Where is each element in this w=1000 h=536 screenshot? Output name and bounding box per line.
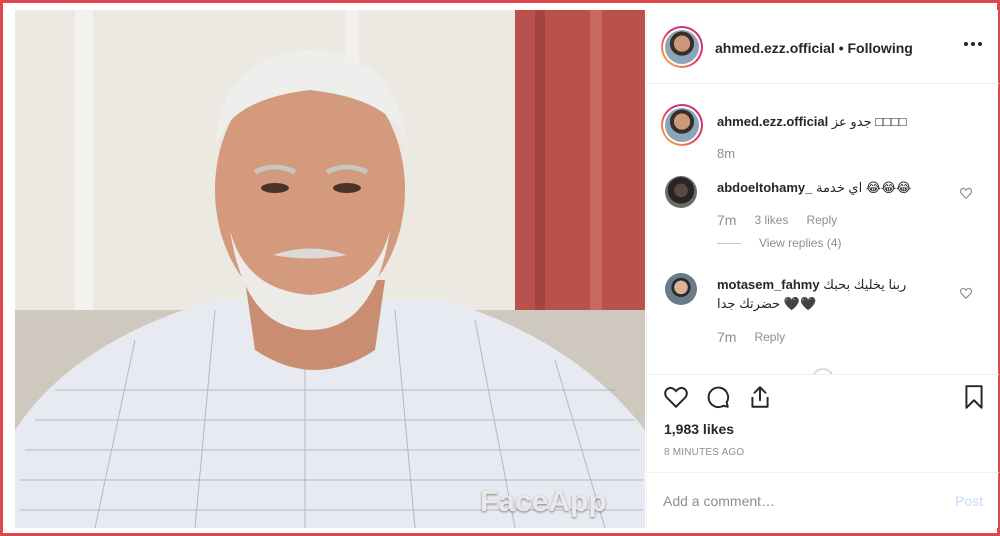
comment-meta: 7m Reply	[717, 329, 785, 345]
view-replies-label: View replies (4)	[759, 236, 842, 250]
comments-list[interactable]: ahmed.ezz.official جدو عز □□□□ 8m abdoel…	[647, 84, 999, 374]
post-photo[interactable]: FaceApp	[15, 10, 645, 528]
comment-meta: 7m 3 likes Reply	[717, 212, 837, 228]
comment-time: 7m	[717, 212, 737, 228]
comment-time: 7m	[717, 329, 737, 345]
comment-line: abdoeltohamy_ اي خدمة 😂😂😂	[717, 180, 911, 196]
post-button[interactable]: Post	[955, 493, 983, 509]
photo-illustration	[15, 10, 645, 528]
author-avatar[interactable]	[661, 26, 703, 68]
author-username[interactable]: ahmed.ezz.official	[715, 40, 835, 56]
commenter-avatar[interactable]	[665, 176, 697, 208]
header-user-line: ahmed.ezz.official • Following	[715, 40, 913, 56]
post-timestamp: 8 MINUTES AGO	[664, 447, 745, 458]
comment-input[interactable]	[663, 491, 933, 511]
caption-time: 8m	[717, 146, 736, 161]
caption-username[interactable]: ahmed.ezz.official	[717, 114, 828, 129]
bookmark-icon[interactable]	[961, 384, 987, 410]
add-comment-bar: Post	[647, 472, 999, 528]
comment-text: ربنا يخليك بحبك	[823, 277, 907, 292]
following-button[interactable]: Following	[848, 40, 913, 56]
reply-button[interactable]: Reply	[806, 213, 837, 227]
caption-avatar[interactable]	[661, 104, 703, 146]
header-separator: •	[838, 40, 844, 56]
view-replies-divider	[717, 242, 741, 244]
share-icon[interactable]	[747, 384, 773, 410]
comment-like-icon[interactable]	[959, 186, 973, 200]
view-replies-button[interactable]: View replies (4)	[717, 236, 841, 250]
screenshot-frame: FaceApp ahmed.ezz.official • Following a…	[0, 0, 1000, 536]
action-bar	[647, 374, 999, 416]
post-header: ahmed.ezz.official • Following	[647, 10, 999, 84]
likes-count[interactable]: 1,983 likes	[664, 421, 734, 437]
commenter-avatar[interactable]	[665, 273, 697, 305]
faceapp-watermark: FaceApp	[480, 485, 607, 518]
comment-line: motasem_fahmy ربنا يخليك بحبك	[717, 277, 906, 293]
caption-line: ahmed.ezz.official جدو عز □□□□	[717, 114, 907, 130]
post-side-panel: ahmed.ezz.official • Following ahmed.ezz…	[646, 10, 999, 528]
heart-icon[interactable]	[663, 384, 689, 410]
comment-text-continued: حضرتك جدا 🖤🖤	[717, 296, 817, 311]
comment-username[interactable]: abdoeltohamy_	[717, 180, 812, 195]
reply-button[interactable]: Reply	[754, 330, 785, 344]
caption-text: جدو عز □□□□	[831, 114, 907, 129]
comment-text: اي خدمة 😂😂😂	[815, 180, 912, 195]
comment-like-icon[interactable]	[959, 286, 973, 300]
comment-icon[interactable]	[705, 384, 731, 410]
more-horizontal-icon[interactable]	[963, 40, 983, 48]
comment-username[interactable]: motasem_fahmy	[717, 277, 820, 292]
comment-likes[interactable]: 3 likes	[754, 213, 788, 227]
